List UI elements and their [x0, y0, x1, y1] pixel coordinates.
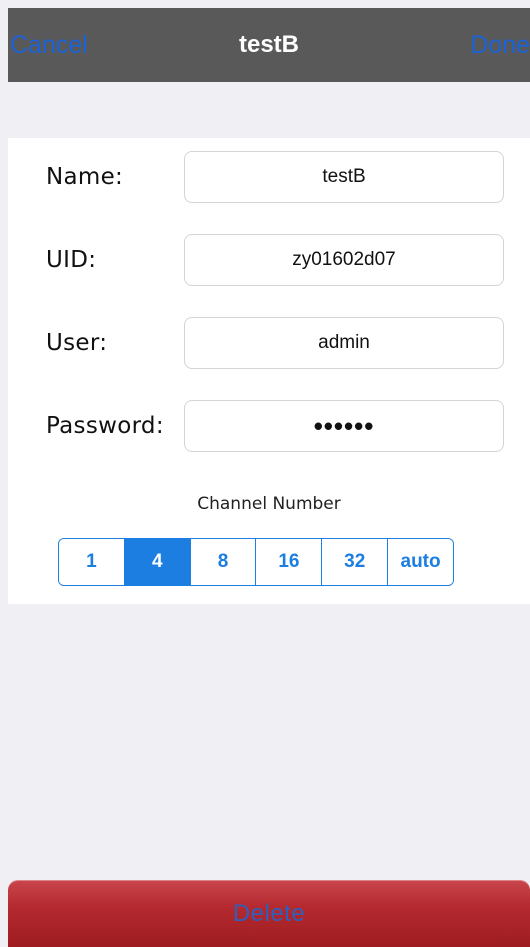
name-field[interactable]	[184, 151, 504, 203]
cancel-button[interactable]: Cancel	[8, 8, 88, 82]
channel-number-selector: 1 4 8 16 32 auto	[58, 538, 454, 586]
channel-option-auto[interactable]: auto	[388, 539, 453, 585]
channel-option-16[interactable]: 16	[256, 539, 323, 585]
navigation-bar: Cancel testB Done	[8, 8, 530, 82]
password-label: Password:	[46, 413, 164, 439]
name-label: Name:	[46, 164, 124, 190]
password-field[interactable]	[184, 400, 504, 452]
channel-option-4[interactable]: 4	[124, 539, 191, 585]
uid-field[interactable]	[184, 234, 504, 286]
name-row: Name:	[8, 151, 530, 203]
uid-row: UID:	[8, 234, 530, 286]
channel-option-1[interactable]: 1	[59, 539, 125, 585]
done-button[interactable]: Done	[470, 8, 530, 82]
user-field[interactable]	[184, 317, 504, 369]
channel-option-32[interactable]: 32	[322, 539, 389, 585]
delete-button[interactable]: Delete	[8, 880, 530, 947]
user-row: User:	[8, 317, 530, 369]
device-form: Name: UID: User: Password: Channel Numbe…	[8, 138, 530, 604]
user-label: User:	[46, 330, 108, 356]
device-edit-screen: Cancel testB Done Name: UID: User: Passw…	[0, 0, 530, 947]
uid-label: UID:	[46, 247, 97, 273]
channel-option-8[interactable]: 8	[190, 539, 257, 585]
delete-button-label: Delete	[232, 899, 306, 927]
channel-number-label: Channel Number	[197, 494, 341, 514]
password-row: Password:	[8, 400, 530, 452]
